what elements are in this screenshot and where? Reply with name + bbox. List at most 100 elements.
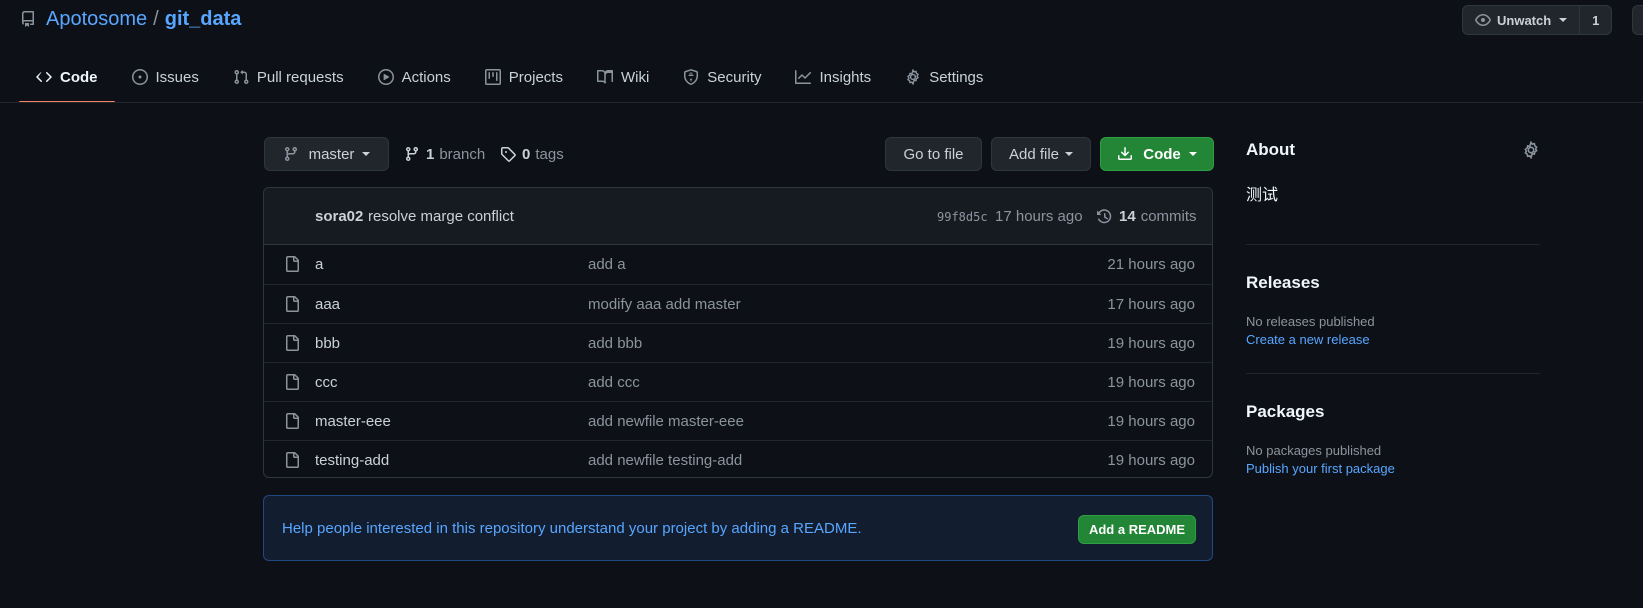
graph-icon <box>795 70 812 84</box>
file-commit-link[interactable]: add ccc <box>588 374 640 391</box>
file-row[interactable]: testing-add add newfile testing-add 19 hou… <box>264 440 1212 477</box>
download-icon <box>1118 147 1133 160</box>
tab-projects[interactable]: Projects <box>468 60 580 94</box>
sidebar-divider <box>1246 244 1540 245</box>
file-row[interactable]: ccc add ccc 19 hours ago <box>264 362 1212 401</box>
play-icon <box>377 69 394 85</box>
watchers-count[interactable]: 1 <box>1580 5 1613 35</box>
file-commit-time: 19 hours ago <box>1107 413 1195 430</box>
file-name-link[interactable]: master-eee <box>315 413 391 430</box>
add-file-button[interactable]: Add file <box>991 137 1091 171</box>
commit-count: 14 <box>1119 208 1136 225</box>
file-commit-time: 21 hours ago <box>1107 256 1195 273</box>
commit-time: 17 hours ago <box>995 208 1083 225</box>
file-name-link[interactable]: bbb <box>315 335 340 352</box>
tab-label: Projects <box>508 68 563 86</box>
branch-count: 1 <box>426 145 435 163</box>
tab-security[interactable]: Security <box>666 60 778 94</box>
file-name-link[interactable]: aaa <box>315 296 340 313</box>
tabs-divider <box>0 102 1643 103</box>
file-row[interactable]: aaa modify aaa add master 17 hours ago <box>264 284 1212 323</box>
file-commit-link[interactable]: add bbb <box>588 335 642 352</box>
code-download-button[interactable]: Code <box>1100 137 1214 171</box>
tab-pull-requests[interactable]: Pull requests <box>216 60 361 94</box>
file-commit-time: 17 hours ago <box>1107 296 1195 313</box>
shield-icon <box>684 69 699 85</box>
tag-count: 0 <box>522 145 531 163</box>
branch-icon <box>284 146 297 162</box>
tab-label: Insights <box>819 68 872 86</box>
file-icon <box>284 335 300 355</box>
create-release-link[interactable]: Create a new release <box>1246 332 1370 347</box>
history-icon <box>1097 208 1112 223</box>
file-commit-time: 19 hours ago <box>1107 452 1195 469</box>
gear-icon <box>907 69 920 85</box>
watch-button-group: Unwatch 1 <box>1462 5 1613 35</box>
repo-tabs: Code Issues Pull requests Actions Projec… <box>19 60 1000 104</box>
file-commit-link[interactable]: add newfile master-eee <box>588 413 744 430</box>
tab-label: Actions <box>401 68 451 86</box>
tab-label: Settings <box>929 68 984 86</box>
file-row[interactable]: bbb add bbb 19 hours ago <box>264 323 1212 362</box>
branch-icon <box>406 146 418 162</box>
file-icon <box>284 374 300 394</box>
branch-select-button[interactable]: master <box>264 137 389 171</box>
unwatch-label: Unwatch <box>1497 12 1552 28</box>
file-name-link[interactable]: ccc <box>315 374 338 391</box>
repo-name-link[interactable]: git_data <box>165 8 242 31</box>
repo-icon <box>20 11 36 27</box>
unwatch-button[interactable]: Unwatch <box>1462 5 1581 35</box>
project-icon <box>484 69 501 85</box>
chevron-down-icon <box>362 152 371 156</box>
readme-prompt: Help people interested in this repositor… <box>263 495 1213 561</box>
file-commit-time: 19 hours ago <box>1107 335 1195 352</box>
branches-link[interactable]: 1 branch <box>404 137 485 171</box>
tab-issues[interactable]: Issues <box>115 60 216 94</box>
tab-actions[interactable]: Actions <box>361 60 468 94</box>
commit-count-label: commits <box>1140 208 1197 225</box>
go-to-file-button[interactable]: Go to file <box>885 137 982 171</box>
commit-sha-link[interactable]: 99f8d5c <box>937 210 988 224</box>
releases-heading[interactable]: Releases <box>1246 273 1320 293</box>
repo-description: 测试 <box>1246 187 1279 204</box>
file-navigation: master 1 branch 0 tags Go to file Add fi… <box>264 137 1214 171</box>
tag-label: tags <box>535 145 564 163</box>
tags-link[interactable]: 0 tags <box>500 137 564 171</box>
file-name-link[interactable]: testing-add <box>315 452 389 469</box>
file-row[interactable]: a add a 21 hours ago <box>264 245 1212 284</box>
file-commit-link[interactable]: add newfile testing-add <box>588 452 742 469</box>
readme-prompt-text: Help people interested in this repositor… <box>282 520 862 537</box>
tab-label: Code <box>60 68 98 86</box>
file-icon <box>284 452 300 472</box>
no-releases-text: No releases published <box>1246 314 1375 329</box>
star-button-partial[interactable] <box>1632 5 1643 35</box>
tab-label: Wiki <box>620 68 650 86</box>
book-icon <box>596 70 613 84</box>
add-readme-button[interactable]: Add a README <box>1078 515 1196 544</box>
file-commit-link[interactable]: modify aaa add master <box>588 296 741 313</box>
code-label: Code <box>1143 145 1181 163</box>
branch-name: master <box>308 145 355 163</box>
tab-label: Issues <box>155 68 199 86</box>
gear-icon[interactable] <box>1522 140 1540 162</box>
file-commit-link[interactable]: add a <box>588 256 626 273</box>
file-row[interactable]: master-eee add newfile master-eee 19 hours… <box>264 401 1212 440</box>
repo-path-separator: / <box>153 7 159 30</box>
tab-code[interactable]: Code <box>19 60 115 103</box>
file-name-link[interactable]: a <box>315 256 323 273</box>
repo-owner-link[interactable]: Apotosome <box>46 8 147 31</box>
pull-request-icon <box>234 69 249 85</box>
tab-insights[interactable]: Insights <box>778 60 888 94</box>
latest-commit-bar: sora02 resolve marge conflict 99f8d5c 17… <box>264 188 1212 245</box>
commit-message-link[interactable]: resolve marge conflict <box>368 208 514 225</box>
about-heading: About <box>1246 140 1296 159</box>
chevron-down-icon <box>1065 152 1074 156</box>
tab-wiki[interactable]: Wiki <box>580 60 666 94</box>
tab-settings[interactable]: Settings <box>888 60 1000 94</box>
commit-author-link[interactable]: sora02 <box>315 208 363 225</box>
packages-heading[interactable]: Packages <box>1246 402 1324 422</box>
commits-history-link[interactable]: 14 commits <box>1097 208 1197 225</box>
tab-label: Pull requests <box>256 68 344 86</box>
publish-package-link[interactable]: Publish your first package <box>1246 461 1395 476</box>
issue-icon <box>131 69 148 85</box>
